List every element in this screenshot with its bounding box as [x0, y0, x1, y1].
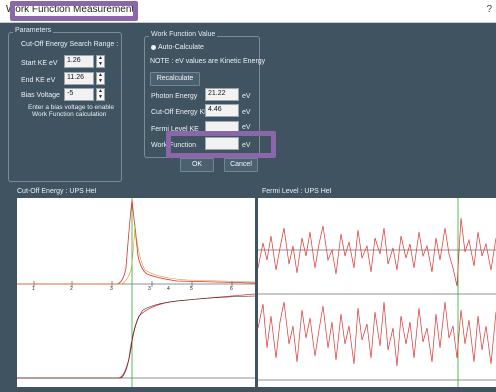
- end-ke-spinner[interactable]: ▲ ▼: [96, 72, 105, 85]
- fermi-level-plot-svg: [257, 198, 496, 387]
- start-ke-label: Start KE eV: [21, 60, 58, 67]
- cutoff-plot-title: Cut-Off Energy : UPS HeI: [17, 188, 97, 195]
- fermi-spectrum-upper: [257, 217, 496, 287]
- fermi-level-plot: [257, 198, 496, 387]
- recalculate-button[interactable]: Recalculate: [150, 72, 200, 86]
- ok-button[interactable]: OK: [180, 158, 214, 172]
- cutoff-energy-label: Cut-Off Energy KE: [151, 109, 209, 116]
- bias-voltage-input[interactable]: -5: [64, 88, 94, 101]
- start-ke-spinner[interactable]: ▲ ▼: [96, 55, 105, 68]
- bias-voltage-spinner[interactable]: ▲ ▼: [96, 88, 105, 101]
- cutoff-tick-label: 2: [70, 286, 73, 292]
- cancel-button[interactable]: Cancel: [224, 158, 258, 172]
- auto-calculate-label[interactable]: Auto-Calculate: [158, 44, 204, 51]
- photon-energy-field: 21.22: [205, 88, 239, 101]
- kinetic-energy-note: NOTE : eV values are Kinetic Energy: [150, 58, 266, 65]
- search-range-label: Cut-Off Energy Search Range :: [21, 41, 119, 48]
- start-ke-input[interactable]: 1.26: [64, 55, 94, 68]
- cutoff-fit-lower: [17, 295, 256, 379]
- auto-calculate-radio[interactable]: [151, 45, 156, 50]
- fermi-level-unit: eV: [242, 124, 251, 131]
- spin-down-icon[interactable]: ▼: [97, 94, 104, 101]
- cutoff-energy-field: 4.46: [205, 104, 239, 117]
- fermi-plot-title: Fermi Level : UPS HeI: [262, 188, 332, 195]
- title-highlight-annotation: [10, 1, 138, 21]
- cutoff-tick-label: 6: [230, 286, 233, 292]
- spin-down-icon[interactable]: ▼: [97, 78, 104, 85]
- cutoff-spectrum-lower: [17, 293, 256, 379]
- cutoff-energy-plot: 1 2 3 3 4 5 6: [17, 198, 256, 387]
- spin-down-icon[interactable]: ▼: [97, 61, 104, 68]
- end-ke-input[interactable]: 11.26: [64, 72, 94, 85]
- cutoff-tick-label: 3: [148, 286, 151, 292]
- close-icon[interactable]: ?: [486, 4, 492, 15]
- end-ke-label: End KE eV: [21, 77, 56, 84]
- bias-note-line-1: Enter a bias voltage to enable: [28, 104, 115, 111]
- cutoff-energy-plot-svg: 1 2 3 3 4 5 6: [17, 198, 256, 387]
- cutoff-tick-label: 3: [110, 286, 113, 292]
- cutoff-energy-unit: eV: [242, 109, 251, 116]
- work-function-highlight-annotation: [166, 131, 276, 158]
- bias-note-line-2: Work Function calculation: [32, 111, 107, 118]
- cutoff-tick-label: 1: [32, 286, 35, 292]
- fermi-spectrum-lower: [257, 301, 496, 367]
- cutoff-fit-upper: [17, 223, 256, 285]
- photon-energy-label: Photon Energy: [151, 93, 198, 100]
- photon-energy-unit: eV: [242, 93, 251, 100]
- parameters-group-title: Parameters: [13, 27, 54, 34]
- bias-voltage-label: Bias Voltage: [21, 92, 60, 99]
- work-function-group-title: Work Function Value: [149, 31, 218, 38]
- cutoff-tick-label: 4: [167, 286, 170, 292]
- cutoff-spectrum-upper: [17, 199, 256, 285]
- cutoff-tick-label: 5: [190, 286, 193, 292]
